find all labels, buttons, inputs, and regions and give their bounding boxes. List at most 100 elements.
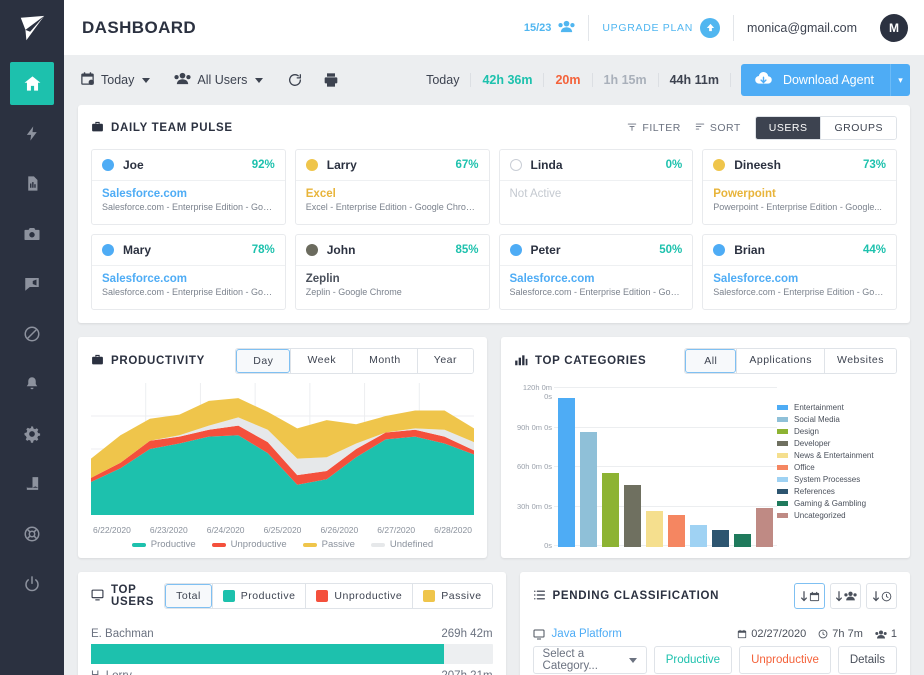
productivity-legend: Productive Unproductive Passive Undefined (91, 539, 474, 550)
sidebar-item-dashboard[interactable] (10, 62, 54, 105)
pulse-card[interactable]: Mary78%Salesforce.comSalesforce.com - En… (91, 234, 286, 310)
tab-groups[interactable]: GROUPS (820, 117, 896, 139)
printer-icon[interactable] (323, 72, 339, 88)
pulse-app-name[interactable]: Excel (306, 188, 479, 200)
tab-month[interactable]: Month (352, 349, 417, 373)
pulse-card[interactable]: John85%ZeplinZeplin - Google Chrome (295, 234, 490, 310)
top-users-tabs: TotalProductiveUnproductivePassive (164, 583, 492, 609)
top-users-tab-unproductive[interactable]: Unproductive (305, 584, 412, 608)
legend-item[interactable]: Undefined (371, 539, 433, 550)
top-users-tab-total[interactable]: Total (165, 584, 212, 608)
legend-item[interactable]: Office (777, 463, 897, 472)
pulse-app-name[interactable]: Salesforce.com (102, 188, 275, 200)
bar[interactable] (558, 398, 575, 547)
legend-item[interactable]: Social Media (777, 415, 897, 424)
pulse-card[interactable]: Dineesh73%PowerpointPowerpoint - Enterpr… (702, 149, 897, 225)
pulse-card[interactable]: Joe92%Salesforce.comSalesforce.com - Ent… (91, 149, 286, 225)
bar[interactable] (580, 432, 597, 547)
legend-item[interactable]: Gaming & Gambling (777, 499, 897, 508)
upgrade-plan-button[interactable]: UPGRADE PLAN (588, 15, 733, 41)
legend-item[interactable]: System Processes (777, 475, 897, 484)
sort-button[interactable]: SORT (695, 122, 741, 135)
legend-item[interactable]: Productive (132, 539, 196, 550)
pulse-app-name[interactable]: Powerpoint (713, 188, 886, 200)
sidebar-item-knowledge-base[interactable] (10, 462, 54, 505)
download-options-caret[interactable]: ▾ (890, 64, 910, 96)
pulse-title: DAILY TEAM PULSE (91, 120, 233, 136)
bar[interactable] (756, 508, 773, 548)
sort-by-users-button[interactable] (830, 583, 861, 609)
seats-indicator[interactable]: 15/23 (511, 15, 589, 41)
sidebar-item-settings[interactable] (10, 412, 54, 455)
gridline: 120h 0m 0s (554, 387, 777, 388)
refresh-icon[interactable] (287, 72, 303, 88)
pulse-card[interactable]: Peter50%Salesforce.comSalesforce.com - E… (499, 234, 694, 310)
tab-day[interactable]: Day (236, 349, 290, 373)
legend-item[interactable]: Passive (303, 539, 355, 550)
top-user-bar-track (91, 644, 493, 664)
top-users-tab-productive[interactable]: Productive (212, 584, 306, 608)
sort-by-time-button[interactable] (866, 583, 897, 609)
tab-users[interactable]: USERS (756, 117, 821, 139)
pulse-app-name[interactable]: Salesforce.com (102, 273, 275, 285)
app-logo[interactable] (0, 0, 64, 55)
pulse-app-name[interactable]: Zeplin (306, 273, 479, 285)
legend-item[interactable]: Developer (777, 439, 897, 448)
legend-item[interactable]: News & Entertainment (777, 451, 897, 460)
sidebar-item-activity[interactable] (10, 112, 54, 155)
avatar[interactable]: M (880, 14, 908, 42)
sort-by-date-button[interactable] (794, 583, 825, 609)
details-button[interactable]: Details (838, 646, 897, 674)
pulse-card[interactable]: Linda0%Not Active (499, 149, 694, 225)
account-email: monica@gmail.com (747, 21, 857, 35)
bar[interactable] (624, 485, 641, 547)
sidebar-item-messages[interactable] (10, 262, 54, 305)
mark-unproductive-button[interactable]: Unproductive (739, 646, 831, 674)
top-user-name: E. Bachman (91, 628, 154, 640)
status-dot (510, 244, 522, 256)
top-user-row[interactable]: E. Bachman269h 42m (91, 622, 493, 664)
tab-week[interactable]: Week (290, 349, 352, 373)
mark-productive-button[interactable]: Productive (654, 646, 732, 674)
sidebar-item-support[interactable] (10, 512, 54, 555)
legend-swatch (132, 543, 146, 547)
tab-websites[interactable]: Websites (824, 349, 896, 373)
pending-app[interactable]: Java Platform (533, 628, 622, 640)
pulse-app-name[interactable]: Salesforce.com (713, 273, 886, 285)
pulse-card[interactable]: Brian44%Salesforce.comSalesforce.com - E… (702, 234, 897, 310)
date-filter-dropdown[interactable]: Today (80, 71, 150, 89)
categories-legend: Entertainment Social Media Design Developer… (777, 387, 897, 547)
bar[interactable] (734, 534, 751, 547)
bar[interactable] (602, 473, 619, 547)
bar[interactable] (690, 525, 707, 547)
sidebar-item-logout[interactable] (10, 562, 54, 605)
bar[interactable] (712, 530, 729, 547)
top-user-row[interactable]: H. Lorry207h 21m (91, 664, 493, 675)
tab-year[interactable]: Year (417, 349, 473, 373)
legend-item[interactable]: References (777, 487, 897, 496)
pulse-card[interactable]: Larry67%ExcelExcel - Enterprise Edition … (295, 149, 490, 225)
bottom-row: TOP USERS TotalProductiveUnproductivePas… (78, 572, 910, 675)
briefcase-icon (91, 120, 104, 136)
bar[interactable] (646, 511, 663, 547)
download-agent-button[interactable]: Download Agent (741, 64, 890, 96)
legend-item[interactable]: Design (777, 427, 897, 436)
legend-item[interactable]: Uncategorized (777, 511, 897, 520)
top-users-tab-passive[interactable]: Passive (412, 584, 491, 608)
tab-applications[interactable]: Applications (736, 349, 824, 373)
sidebar-item-blocked[interactable] (10, 312, 54, 355)
legend-item[interactable]: Unproductive (212, 539, 287, 550)
filter-button[interactable]: FILTER (627, 122, 680, 135)
sidebar-item-reports[interactable] (10, 162, 54, 205)
sidebar-item-screenshots[interactable] (10, 212, 54, 255)
status-dot (713, 244, 725, 256)
pulse-app-name[interactable]: Salesforce.com (510, 273, 683, 285)
legend-item[interactable]: Entertainment (777, 403, 897, 412)
sidebar-item-alerts[interactable] (10, 362, 54, 405)
category-select[interactable]: Select a Category... (533, 646, 647, 674)
tab-all[interactable]: All (685, 349, 736, 373)
bar[interactable] (668, 515, 685, 547)
account-menu[interactable]: monica@gmail.com (733, 15, 870, 41)
user-filter-dropdown[interactable]: All Users (174, 72, 263, 88)
legend-label: Undefined (390, 539, 433, 550)
